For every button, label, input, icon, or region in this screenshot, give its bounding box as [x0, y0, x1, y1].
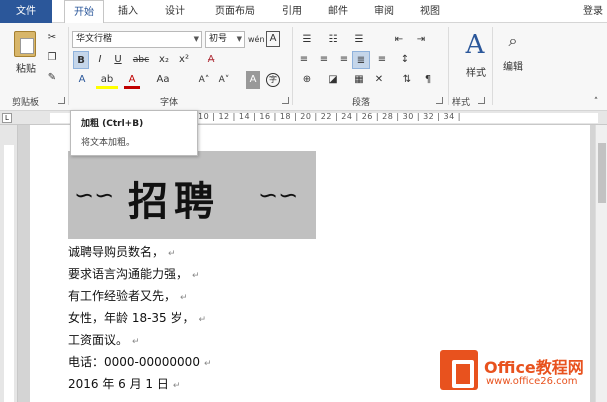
font-size-combo[interactable]: 初号 ▼	[205, 31, 245, 48]
subscript-button[interactable]: x₂	[156, 51, 172, 69]
copy-icon[interactable]: ❐	[44, 49, 60, 67]
font-launcher-icon[interactable]	[282, 97, 289, 104]
tooltip-description: 将文本加粗。	[81, 138, 136, 148]
font-size-value: 初号	[209, 34, 228, 44]
bullets-icon[interactable]: ☰	[296, 31, 318, 49]
document-line[interactable]: 电话：0000-00000000 ↵	[68, 353, 212, 370]
styles-button[interactable]: 样式	[456, 65, 496, 83]
document-line[interactable]: 要求语言沟通能力强， ↵	[68, 265, 200, 282]
ruler-numbers: 10 | 12 | 14 | 16 | 18 | 20 | 22 | 24 | …	[198, 112, 461, 121]
chevron-down-icon: ▼	[193, 35, 199, 43]
text-effects-icon[interactable]: A	[74, 71, 90, 89]
font-color-icon[interactable]: A	[124, 71, 140, 89]
document-line[interactable]: 有工作经验者又先， ↵	[68, 287, 188, 304]
document-line[interactable]: 女性，年龄 18-35 岁， ↵	[68, 309, 206, 326]
decrease-indent-icon[interactable]: ⇤	[390, 31, 408, 49]
strikethrough-button[interactable]: abc	[130, 51, 152, 69]
bold-tooltip: 加粗 (Ctrl+B) 将文本加粗。	[70, 110, 198, 156]
phonetic-guide-icon[interactable]: wén	[248, 31, 265, 49]
tab-design[interactable]: 设计	[155, 0, 195, 23]
paragraph-group-label: 段落	[352, 98, 371, 108]
styles-icon[interactable]: A	[462, 31, 488, 59]
document-title[interactable]: 招聘	[128, 169, 220, 227]
tab-page-layout[interactable]: 页面布局	[202, 0, 268, 23]
tab-mailings[interactable]: 邮件	[318, 0, 358, 23]
numbering-icon[interactable]: ☷	[322, 31, 344, 49]
group-divider	[68, 27, 69, 105]
shrink-font-button[interactable]: A˅	[216, 71, 232, 89]
sort-icon[interactable]: ✕	[368, 71, 390, 89]
office-logo-icon	[440, 350, 478, 390]
character-shading-icon[interactable]: A	[246, 71, 260, 89]
tab-file[interactable]: 文件	[0, 0, 52, 23]
group-divider	[448, 27, 449, 105]
tooltip-title: 加粗 (Ctrl+B)	[81, 119, 144, 129]
paste-button[interactable]: 粘贴	[12, 61, 40, 79]
office-logo: Office教程网 www.office26.com	[440, 350, 600, 394]
italic-button[interactable]: I	[93, 51, 107, 69]
align-right-icon[interactable]: ≡	[336, 51, 352, 69]
chevron-down-icon: ▼	[236, 35, 242, 43]
shading-icon[interactable]: ◪	[322, 71, 344, 89]
align-center-icon[interactable]: ≡	[316, 51, 332, 69]
login-link[interactable]: 登录	[583, 0, 603, 23]
underline-button[interactable]: U	[111, 51, 125, 69]
editing-button[interactable]: 编辑	[496, 59, 530, 77]
distributed-icon[interactable]: ≡	[374, 51, 390, 69]
paste-icon[interactable]	[14, 31, 36, 57]
enclose-character-icon[interactable]: 字	[266, 73, 280, 87]
superscript-button[interactable]: x²	[176, 51, 192, 69]
tab-insert[interactable]: 插入	[108, 0, 148, 23]
tab-review[interactable]: 审阅	[364, 0, 404, 23]
tab-view[interactable]: 视图	[410, 0, 450, 23]
document-line[interactable]: 工资面议。 ↵	[68, 331, 140, 348]
align-left-icon[interactable]: ≡	[296, 51, 312, 69]
sort-az-icon[interactable]: ⇅	[398, 71, 416, 89]
scrollbar-thumb[interactable]	[598, 143, 606, 203]
change-case-button[interactable]: Aa	[150, 71, 176, 89]
ruler-active-area	[4, 145, 14, 402]
binoculars-icon[interactable]: ⌕	[502, 31, 524, 53]
tab-home[interactable]: 开始	[64, 0, 104, 24]
line-spacing-icon[interactable]: ↕	[394, 51, 416, 69]
group-divider	[292, 27, 293, 105]
character-border-icon[interactable]: A	[266, 31, 280, 47]
chinese-layout-icon[interactable]: ⊕	[296, 71, 318, 89]
font-name-value: 华文行楷	[76, 34, 113, 44]
highlight-icon[interactable]: ab	[96, 71, 118, 89]
clipboard-group-label: 剪贴板	[12, 98, 40, 108]
tab-selector-icon[interactable]: L	[2, 113, 12, 123]
paragraph-launcher-icon[interactable]	[436, 97, 443, 104]
menubar: 文件 开始 插入 设计 页面布局 引用 邮件 审阅 视图 登录	[0, 0, 607, 24]
ribbon: 粘贴 ✂ ❐ ✎ 剪贴板 华文行楷 ▼ 初号 ▼ wén A B I U abc…	[0, 23, 607, 111]
ornament-left: ∽∽	[74, 181, 115, 209]
styles-launcher-icon[interactable]	[478, 97, 485, 104]
format-painter-icon[interactable]: ✎	[44, 69, 60, 87]
clear-formatting-icon[interactable]: A̶	[200, 51, 222, 69]
cut-icon[interactable]: ✂	[44, 29, 60, 47]
document-line[interactable]: 诚聘导购员数名， ↵	[68, 243, 176, 260]
vertical-ruler[interactable]	[0, 125, 18, 402]
font-group-label: 字体	[160, 98, 179, 108]
increase-indent-icon[interactable]: ⇥	[412, 31, 430, 49]
clipboard-launcher-icon[interactable]	[58, 97, 65, 104]
font-name-combo[interactable]: 华文行楷 ▼	[72, 31, 202, 48]
title-selection[interactable]: ∽∽ 招聘 ∽∽	[68, 151, 316, 239]
logo-url: www.office26.com	[486, 376, 578, 387]
show-marks-icon[interactable]: ¶	[420, 71, 436, 89]
tab-references[interactable]: 引用	[272, 0, 312, 23]
group-divider	[492, 27, 493, 105]
multilevel-list-icon[interactable]: ☰	[348, 31, 370, 49]
borders-icon[interactable]: ▦	[348, 71, 370, 89]
ornament-right: ∽∽	[258, 181, 299, 209]
justify-icon[interactable]: ≣	[352, 51, 370, 69]
grow-font-button[interactable]: A˄	[196, 71, 212, 89]
bold-button[interactable]: B	[73, 51, 89, 69]
document-line[interactable]: 2016 年 6 月 1 日 ↵	[68, 375, 180, 392]
collapse-ribbon-icon[interactable]: ˄	[590, 93, 602, 111]
logo-text: Office教程网	[484, 358, 584, 377]
styles-group-label: 样式	[452, 98, 471, 108]
